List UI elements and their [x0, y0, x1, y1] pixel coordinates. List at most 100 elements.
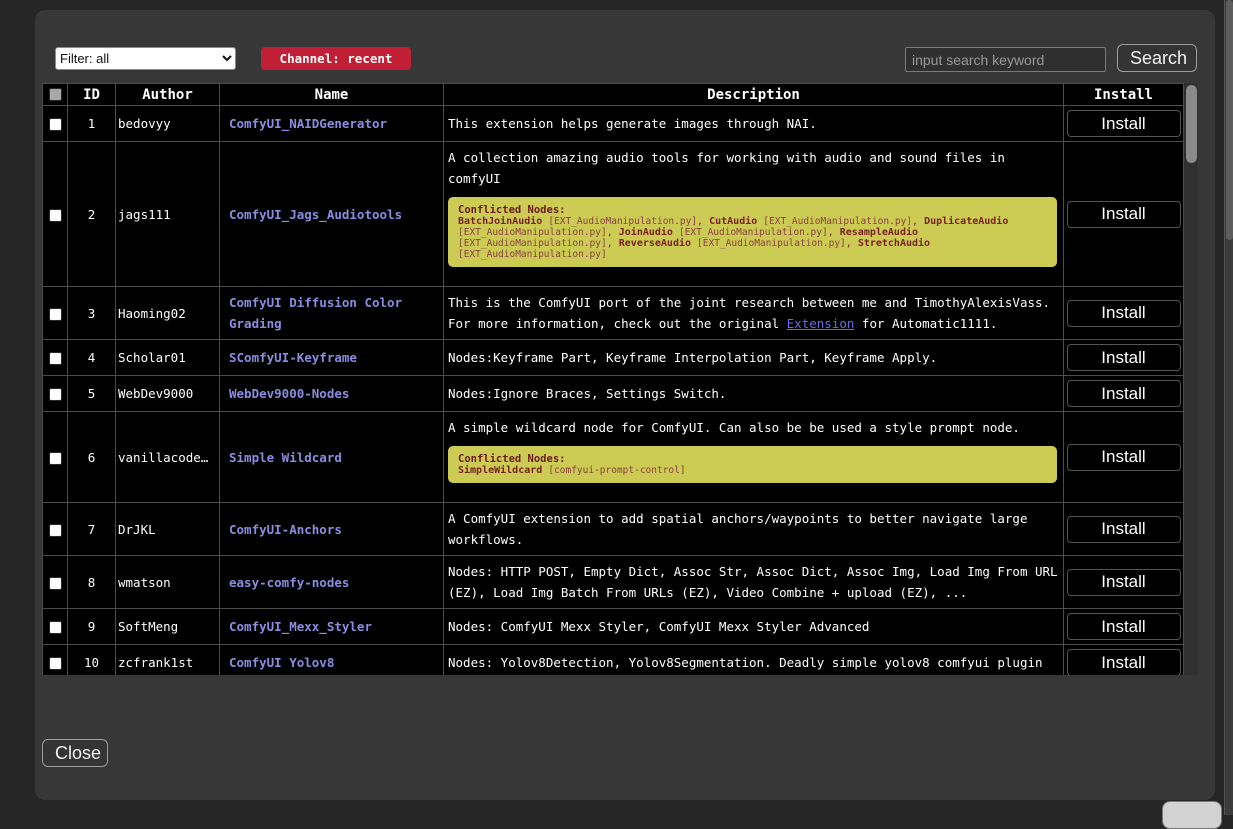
row-checkbox-cell: [43, 142, 68, 287]
header-author: Author: [116, 84, 220, 106]
description-cell: A simple wildcard node for ComfyUI. Can …: [444, 412, 1064, 503]
description-cell: Nodes: HTTP POST, Empty Dict, Assoc Str,…: [444, 556, 1064, 609]
install-button[interactable]: Install: [1067, 201, 1181, 228]
name-link[interactable]: WebDev9000-Nodes: [229, 386, 349, 401]
conflict-items: SimpleWildcard [comfyui-prompt-control]: [458, 465, 1047, 476]
conflict-node-name: ReverseAudio: [619, 238, 691, 249]
author-cell: wmatson: [116, 556, 220, 609]
description-link[interactable]: Extension: [787, 316, 855, 331]
install-button[interactable]: Install: [1067, 344, 1181, 371]
background-partial-button: [1162, 801, 1222, 829]
description-text: Nodes: ComfyUI Mexx Styler, ComfyUI Mexx…: [448, 616, 1059, 637]
conflict-node-name: SimpleWildcard: [458, 465, 542, 476]
name-link[interactable]: ComfyUI Diffusion Color Grading: [229, 295, 402, 331]
close-button[interactable]: Close: [42, 739, 108, 767]
id-cell: 9: [68, 609, 116, 645]
header-description: Description: [444, 84, 1064, 106]
name-link[interactable]: Simple Wildcard: [229, 450, 342, 465]
install-cell: Install: [1064, 340, 1184, 376]
install-cell: Install: [1064, 503, 1184, 556]
id-cell: 1: [68, 106, 116, 142]
row-checkbox[interactable]: [49, 524, 62, 537]
install-cell: Install: [1064, 609, 1184, 645]
table-row: 5WebDev9000WebDev9000-NodesNodes:Ignore …: [43, 376, 1184, 412]
row-checkbox-cell: [43, 412, 68, 503]
author-cell: bedovyy: [116, 106, 220, 142]
name-cell: easy-comfy-nodes: [220, 556, 444, 609]
id-cell: 8: [68, 556, 116, 609]
browser-scrollbar[interactable]: [1224, 0, 1233, 815]
name-link[interactable]: ComfyUI_Jags_Audiotools: [229, 207, 402, 222]
name-cell: ComfyUI_Mexx_Styler: [220, 609, 444, 645]
row-checkbox-cell: [43, 376, 68, 412]
conflict-node-name: CutAudio: [709, 216, 757, 227]
conflict-node-ref: [EXT_AudioManipulation.py]: [697, 238, 846, 249]
install-button[interactable]: Install: [1067, 110, 1181, 137]
conflict-node-name: BatchJoinAudio: [458, 216, 542, 227]
conflict-title: Conflicted Nodes:: [458, 204, 1047, 216]
name-link[interactable]: SComfyUI-Keyframe: [229, 350, 357, 365]
install-cell: Install: [1064, 106, 1184, 142]
install-button[interactable]: Install: [1067, 613, 1181, 640]
description-cell: Nodes: ComfyUI Mexx Styler, ComfyUI Mexx…: [444, 609, 1064, 645]
channel-badge: Channel: recent: [261, 47, 411, 70]
name-link[interactable]: ComfyUI_NAIDGenerator: [229, 116, 387, 131]
conflict-node-ref: [EXT_AudioManipulation.py]: [763, 216, 912, 227]
name-cell: ComfyUI_Jags_Audiotools: [220, 142, 444, 287]
table-scrollbar-thumb[interactable]: [1186, 85, 1197, 163]
row-checkbox-cell: [43, 556, 68, 609]
row-checkbox[interactable]: [49, 308, 62, 321]
description-text: A simple wildcard node for ComfyUI. Can …: [448, 417, 1059, 438]
search-button[interactable]: Search: [1117, 44, 1197, 72]
install-button[interactable]: Install: [1067, 516, 1181, 543]
id-cell: 4: [68, 340, 116, 376]
description-cell: A ComfyUI extension to add spatial ancho…: [444, 503, 1064, 556]
install-button[interactable]: Install: [1067, 649, 1181, 675]
name-link[interactable]: ComfyUI-Anchors: [229, 522, 342, 537]
search-input[interactable]: [905, 47, 1106, 72]
nodes-table-container: ID Author Name Description Install 1bedo…: [42, 83, 1198, 675]
row-checkbox[interactable]: [49, 657, 62, 670]
custom-nodes-installer-dialog: Filter: all Channel: recent Search ID Au…: [35, 10, 1215, 800]
id-cell: 10: [68, 645, 116, 676]
row-checkbox[interactable]: [49, 352, 62, 365]
description-text: This is the ComfyUI port of the joint re…: [448, 292, 1059, 334]
install-button[interactable]: Install: [1067, 444, 1181, 471]
name-link[interactable]: ComfyUI Yolov8: [229, 655, 334, 670]
author-cell: Scholar01: [116, 340, 220, 376]
browser-scrollbar-thumb[interactable]: [1226, 0, 1233, 240]
install-button[interactable]: Install: [1067, 380, 1181, 407]
conflict-node-name: StretchAudio: [858, 238, 930, 249]
author-cell: DrJKL: [116, 503, 220, 556]
table-scrollbar[interactable]: [1183, 83, 1198, 675]
table-row: 10zcfrank1stComfyUI Yolov8Nodes: Yolov8D…: [43, 645, 1184, 676]
row-checkbox-cell: [43, 645, 68, 676]
header-install: Install: [1064, 84, 1184, 106]
row-checkbox-cell: [43, 287, 68, 340]
conflict-items: BatchJoinAudio [EXT_AudioManipulation.py…: [458, 216, 1047, 260]
install-button[interactable]: Install: [1067, 300, 1181, 327]
description-text: Nodes: HTTP POST, Empty Dict, Assoc Str,…: [448, 561, 1059, 603]
conflict-node-ref: [EXT_AudioManipulation.py]: [548, 216, 697, 227]
name-link[interactable]: ComfyUI_Mexx_Styler: [229, 619, 372, 634]
conflict-node-ref: [comfyui-prompt-control]: [548, 465, 685, 476]
name-cell: ComfyUI Diffusion Color Grading: [220, 287, 444, 340]
row-checkbox[interactable]: [49, 118, 62, 131]
conflict-node-name: ResampleAudio: [840, 227, 918, 238]
row-checkbox[interactable]: [49, 577, 62, 590]
install-cell: Install: [1064, 412, 1184, 503]
row-checkbox[interactable]: [49, 621, 62, 634]
conflict-node-ref: [EXT_AudioManipulation.py]: [458, 238, 607, 249]
name-cell: WebDev9000-Nodes: [220, 376, 444, 412]
name-cell: SComfyUI-Keyframe: [220, 340, 444, 376]
name-link[interactable]: easy-comfy-nodes: [229, 575, 349, 590]
row-checkbox[interactable]: [49, 388, 62, 401]
select-all-checkbox[interactable]: [49, 88, 62, 101]
filter-select[interactable]: Filter: all: [55, 47, 236, 70]
header-checkbox-cell: [43, 84, 68, 106]
conflict-node-ref: [EXT_AudioManipulation.py]: [458, 227, 607, 238]
install-cell: Install: [1064, 287, 1184, 340]
row-checkbox[interactable]: [49, 209, 62, 222]
install-button[interactable]: Install: [1067, 569, 1181, 596]
row-checkbox[interactable]: [49, 452, 62, 465]
